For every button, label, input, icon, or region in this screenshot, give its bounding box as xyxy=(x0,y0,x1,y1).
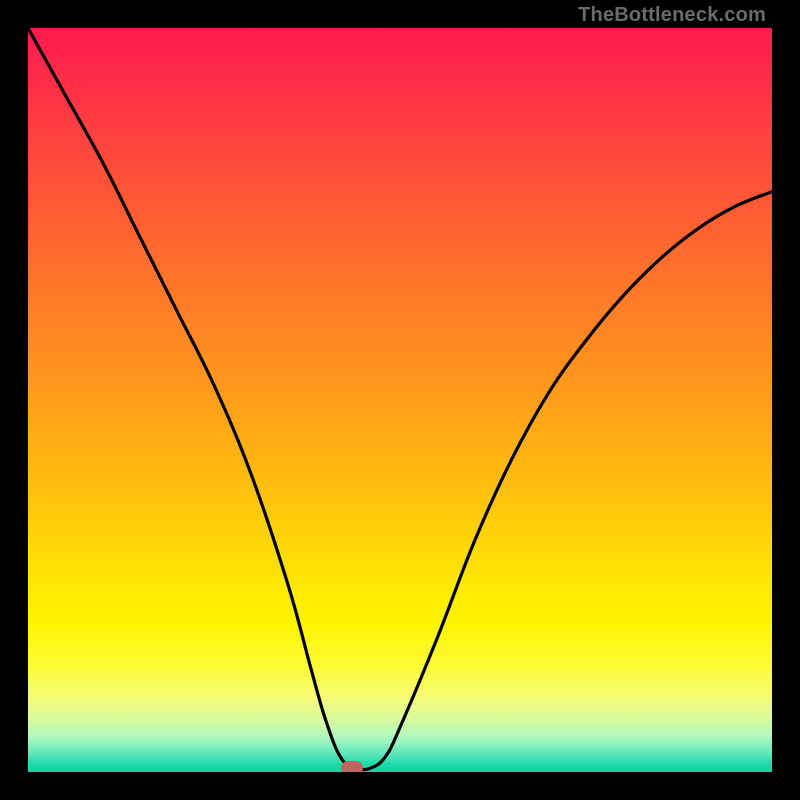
chart-frame xyxy=(0,0,800,800)
watermark-text: TheBottleneck.com xyxy=(578,4,766,27)
